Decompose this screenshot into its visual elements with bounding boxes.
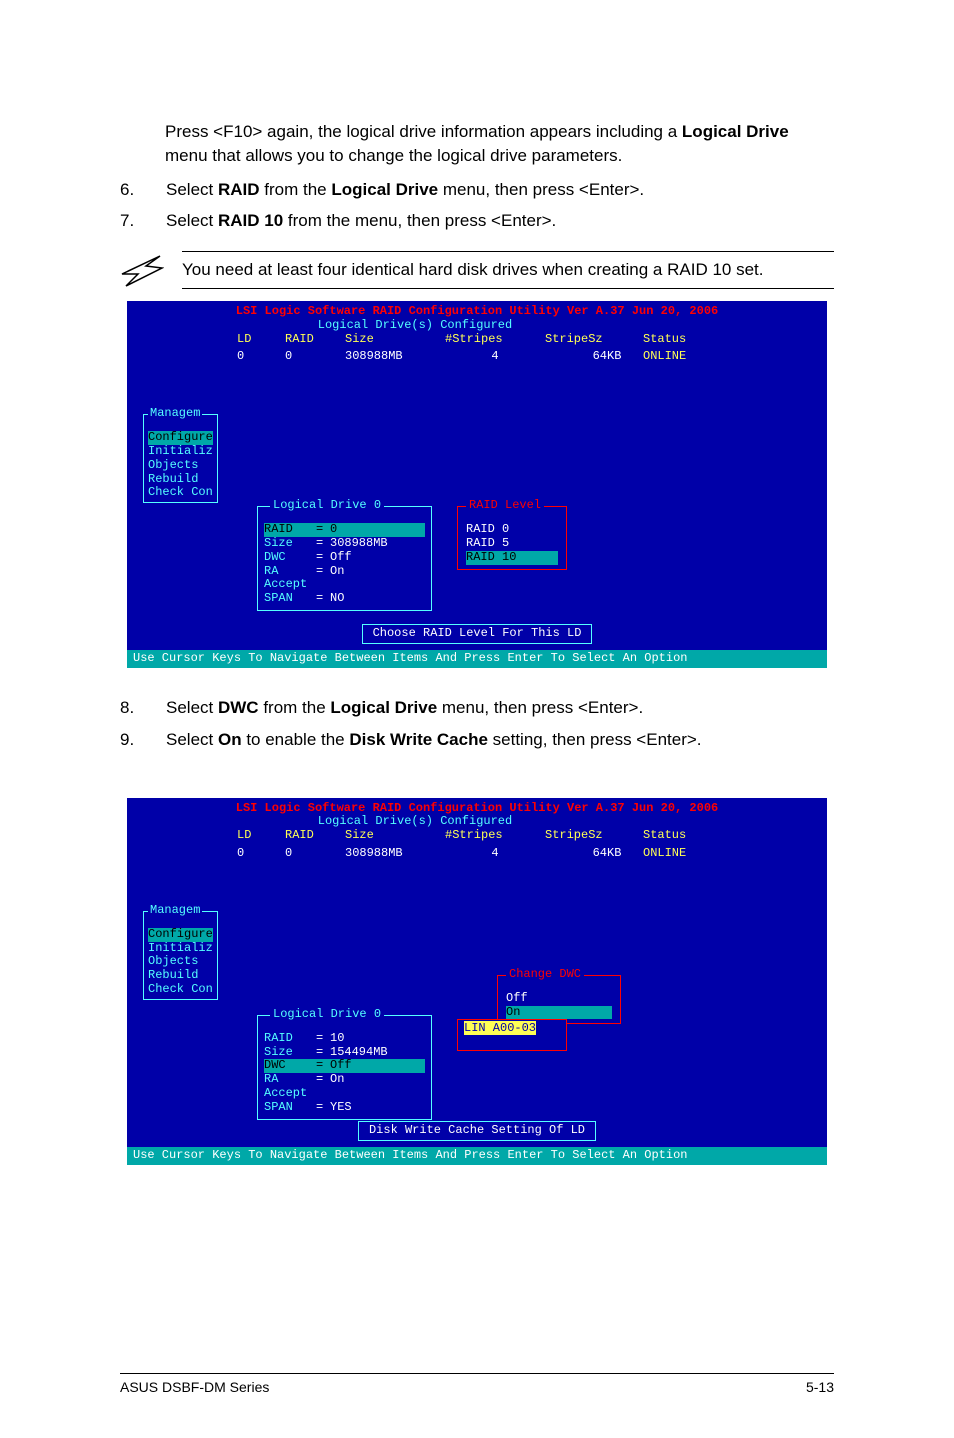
ld-span-row[interactable]: SPAN=NO: [264, 592, 425, 606]
menu-label: Managem: [148, 904, 202, 918]
col-ld: LD: [237, 333, 285, 347]
ld-box-label: Logical Drive 0: [270, 1007, 384, 1021]
step-num: 9.: [120, 728, 138, 752]
raid-popup-label: RAID Level: [466, 498, 544, 512]
step-7: 7. Select RAID 10 from the menu, then pr…: [120, 209, 834, 233]
ld-dwc-row[interactable]: DWC=Off: [264, 551, 425, 565]
bios-screen-1: LSI Logic Software RAID Configuration Ut…: [127, 301, 827, 668]
dwc-popup-label: Change DWC: [506, 967, 584, 981]
ld-raid-row[interactable]: RAID=10: [264, 1032, 425, 1046]
col-status: Status: [643, 333, 733, 347]
cell-szunit: KB: [607, 847, 643, 861]
page-footer: ASUS DSBF-DM Series 5-13: [120, 1373, 834, 1398]
cell-stripes: 4: [445, 350, 545, 364]
term-title: LSI Logic Software RAID Configuration Ut…: [127, 798, 827, 816]
logical-drive-0-box[interactable]: Logical Drive 0 RAID=0 Size=308988MB DWC…: [257, 506, 432, 611]
raid-level-popup[interactable]: RAID Level RAID 0 RAID 5 RAID 10: [457, 506, 567, 569]
note-text: You need at least four identical hard di…: [182, 251, 834, 289]
cell-raid: 0: [285, 847, 345, 861]
cell-stripes: 4: [445, 847, 545, 861]
logical-drive-0-box[interactable]: Logical Drive 0 RAID=10 Size=154494MB DW…: [257, 1015, 432, 1120]
ld-span-row[interactable]: SPAN=YES: [264, 1101, 425, 1115]
intro-text-c: menu that allows you to change the logic…: [165, 146, 622, 165]
menu-label: Managem: [148, 407, 202, 421]
step-text: Select DWC from the Logical Drive menu, …: [166, 696, 834, 720]
intro-paragraph: Press <F10> again, the logical drive inf…: [165, 120, 834, 168]
subhead: Logical Drive(s) Configured: [285, 815, 545, 829]
col-status: Status: [643, 829, 733, 843]
ld-accept-row[interactable]: Accept: [264, 578, 425, 592]
raid-opt-5[interactable]: RAID 5: [466, 537, 558, 551]
col-stripes: #Stripes: [445, 829, 545, 843]
term-footer: Use Cursor Keys To Navigate Between Item…: [127, 1147, 827, 1165]
ld-box-label: Logical Drive 0: [270, 498, 384, 512]
lin-box: LIN A00-03: [457, 1019, 567, 1051]
step-num: 7.: [120, 209, 138, 233]
menu-item-initialize[interactable]: Initializ: [148, 942, 213, 956]
lin-label: LIN A00-03: [464, 1021, 536, 1035]
ld-ra-row[interactable]: RA=On: [264, 1073, 425, 1087]
step-8: 8. Select DWC from the Logical Drive men…: [120, 696, 834, 720]
cell-szval: 64: [545, 847, 607, 861]
step-6: 6. Select RAID from the Logical Drive me…: [120, 178, 834, 202]
cell-raid: 0: [285, 350, 345, 364]
dwc-opt-off[interactable]: Off: [506, 992, 612, 1006]
ld-dwc-row[interactable]: DWC=Off: [264, 1059, 425, 1073]
cell-status: ONLINE: [643, 350, 733, 364]
cell-szunit: KB: [607, 350, 643, 364]
cell-size: 308988MB: [345, 847, 445, 861]
dwc-opt-on[interactable]: On: [506, 1006, 612, 1020]
footer-right: 5-13: [806, 1378, 834, 1398]
col-raid: RAID: [285, 829, 345, 843]
management-menu[interactable]: Managem Configure Initializ Objects Rebu…: [143, 414, 218, 503]
management-menu[interactable]: Managem Configure Initializ Objects Rebu…: [143, 911, 218, 1000]
step-text: Select On to enable the Disk Write Cache…: [166, 728, 834, 752]
menu-item-configure[interactable]: Configure: [148, 928, 213, 942]
menu-item-initialize[interactable]: Initializ: [148, 445, 213, 459]
ld-size-row[interactable]: Size=154494MB: [264, 1046, 425, 1060]
menu-item-checkcon[interactable]: Check Con: [148, 983, 213, 997]
col-stripes: #Stripes: [445, 333, 545, 347]
step-num: 8.: [120, 696, 138, 720]
footer-left: ASUS DSBF-DM Series: [120, 1378, 269, 1398]
ld-size-row[interactable]: Size=308988MB: [264, 537, 425, 551]
step-text: Select RAID from the Logical Drive menu,…: [166, 178, 834, 202]
bios-screen-2: LSI Logic Software RAID Configuration Ut…: [127, 798, 827, 1165]
cell-size: 308988MB: [345, 350, 445, 364]
col-ld: LD: [237, 829, 285, 843]
col-size: Size: [345, 333, 445, 347]
menu-item-checkcon[interactable]: Check Con: [148, 486, 213, 500]
note-icon: [120, 252, 164, 288]
subhead: Logical Drive(s) Configured: [285, 319, 545, 333]
change-dwc-popup[interactable]: Change DWC Off On: [497, 975, 621, 1024]
cell-szval: 64: [545, 350, 607, 364]
step-text: Select RAID 10 from the menu, then press…: [166, 209, 834, 233]
menu-item-rebuild[interactable]: Rebuild: [148, 969, 213, 983]
intro-text-b: Logical Drive: [682, 122, 789, 141]
step-num: 6.: [120, 178, 138, 202]
ld-ra-row[interactable]: RA=On: [264, 565, 425, 579]
step-9: 9. Select On to enable the Disk Write Ca…: [120, 728, 834, 752]
menu-item-configure[interactable]: Configure: [148, 431, 213, 445]
cell-status: ONLINE: [643, 847, 733, 861]
cell-ld: 0: [237, 847, 285, 861]
term-footer: Use Cursor Keys To Navigate Between Item…: [127, 650, 827, 668]
intro-text-a: Press <F10> again, the logical drive inf…: [165, 122, 682, 141]
raid-opt-0[interactable]: RAID 0: [466, 523, 558, 537]
prompt-box: Choose RAID Level For This LD: [362, 624, 593, 644]
note-row: You need at least four identical hard di…: [120, 251, 834, 289]
menu-item-objects[interactable]: Objects: [148, 459, 213, 473]
prompt-box: Disk Write Cache Setting Of LD: [358, 1121, 596, 1141]
ld-accept-row[interactable]: Accept: [264, 1087, 425, 1101]
ld-raid-row[interactable]: RAID=0: [264, 523, 425, 537]
menu-item-objects[interactable]: Objects: [148, 955, 213, 969]
raid-opt-10[interactable]: RAID 10: [466, 551, 558, 565]
col-stripesz: StripeSz: [545, 333, 643, 347]
menu-item-rebuild[interactable]: Rebuild: [148, 473, 213, 487]
col-stripesz: StripeSz: [545, 829, 643, 843]
col-size: Size: [345, 829, 445, 843]
cell-ld: 0: [237, 350, 285, 364]
col-raid: RAID: [285, 333, 345, 347]
term-title: LSI Logic Software RAID Configuration Ut…: [127, 301, 827, 319]
